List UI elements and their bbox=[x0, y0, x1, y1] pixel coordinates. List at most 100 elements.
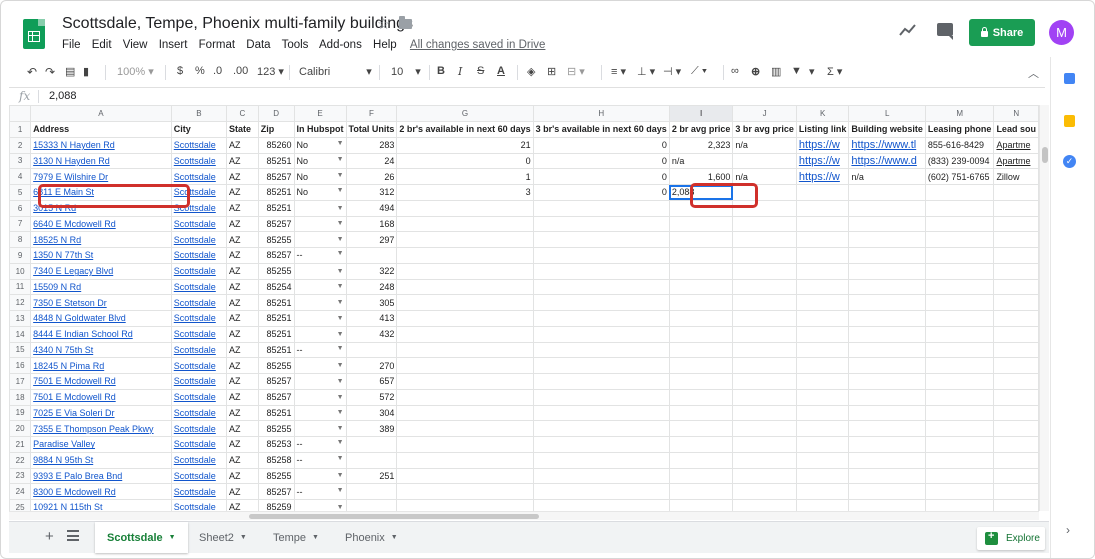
cell-address[interactable]: 7501 E Mcdowell Rd bbox=[30, 388, 172, 406]
cell-address[interactable]: 4340 N 75th St bbox=[30, 341, 172, 359]
cell-state[interactable]: AZ bbox=[225, 404, 259, 422]
cell-j[interactable] bbox=[732, 152, 797, 170]
cell-l[interactable] bbox=[848, 436, 926, 453]
menu-insert[interactable]: Insert bbox=[159, 39, 188, 51]
row-header[interactable]: 23 bbox=[9, 467, 32, 485]
cell-j[interactable] bbox=[732, 310, 797, 327]
cell-l[interactable] bbox=[848, 373, 926, 390]
row-header[interactable]: 7 bbox=[9, 215, 32, 233]
cell-j[interactable]: n/a bbox=[732, 136, 797, 154]
cell-i[interactable] bbox=[668, 357, 734, 374]
cell-state[interactable]: AZ bbox=[225, 294, 259, 311]
cell-hub[interactable]: ▼ bbox=[293, 262, 347, 280]
cell-city[interactable]: Scottsdale bbox=[170, 436, 227, 453]
cell-units[interactable]: 304 bbox=[345, 404, 398, 422]
cell-state[interactable]: AZ bbox=[225, 467, 259, 485]
tab-scottsdale[interactable]: Scottsdale ▼ bbox=[95, 522, 188, 553]
cell-zip[interactable]: 85259 bbox=[257, 499, 295, 511]
cell-zip[interactable]: 85251 bbox=[257, 294, 295, 311]
cell-g[interactable] bbox=[396, 388, 534, 406]
cell-i[interactable] bbox=[668, 373, 734, 390]
cell-zip[interactable]: 85257 bbox=[257, 215, 295, 233]
cell-units[interactable]: 297 bbox=[345, 231, 398, 248]
horizontal-scrollbar[interactable] bbox=[9, 511, 1039, 520]
header-cell[interactable]: Listing link bbox=[795, 121, 850, 138]
cell-i[interactable] bbox=[668, 436, 734, 453]
cell-units[interactable]: 26 bbox=[345, 168, 398, 185]
cell-g[interactable] bbox=[396, 262, 534, 280]
cell-g[interactable] bbox=[396, 278, 534, 296]
cell-address[interactable]: 7979 E Wilshire Dr bbox=[30, 168, 172, 185]
cell-hub[interactable]: ▼ bbox=[293, 404, 347, 422]
cell-city[interactable]: Scottsdale bbox=[170, 215, 227, 233]
redo-icon[interactable]: ↷ bbox=[45, 65, 55, 79]
cell-units[interactable]: 270 bbox=[345, 357, 398, 374]
tab-tempe[interactable]: Tempe ▼ bbox=[261, 522, 331, 553]
menu-data[interactable]: Data bbox=[246, 39, 270, 51]
currency-button[interactable]: $ bbox=[177, 65, 183, 77]
cell-g[interactable] bbox=[396, 373, 534, 390]
text-wrap-icon[interactable]: ⊣ ▾ bbox=[663, 65, 681, 78]
cell-h[interactable] bbox=[532, 310, 670, 327]
cell-hub[interactable]: No ▼ bbox=[293, 136, 347, 154]
column-header[interactable]: C bbox=[225, 105, 259, 122]
cell-l[interactable] bbox=[848, 341, 926, 359]
header-cell[interactable]: Lead sou bbox=[993, 121, 1039, 138]
cell-state[interactable]: AZ bbox=[225, 451, 259, 469]
header-cell[interactable]: 2 br avg price bbox=[668, 121, 734, 138]
cell-units[interactable] bbox=[345, 451, 398, 469]
expand-panel-icon[interactable]: › bbox=[1066, 523, 1070, 537]
cell-state[interactable]: AZ bbox=[225, 341, 259, 359]
cell-l[interactable]: n/a bbox=[848, 168, 926, 185]
cell-l[interactable] bbox=[848, 215, 926, 233]
cell-l[interactable] bbox=[848, 294, 926, 311]
cell-g[interactable] bbox=[396, 310, 534, 327]
cell-state[interactable]: AZ bbox=[225, 420, 259, 437]
cell-hub[interactable]: ▼ bbox=[293, 388, 347, 406]
cell-i[interactable] bbox=[668, 467, 734, 485]
cell-zip[interactable]: 85251 bbox=[257, 152, 295, 170]
cell-l[interactable] bbox=[848, 420, 926, 437]
cell-address[interactable]: 7025 E Via Soleri Dr bbox=[30, 404, 172, 422]
cell-h[interactable] bbox=[532, 483, 670, 500]
cell-n2[interactable] bbox=[993, 310, 1039, 327]
row-header[interactable]: 25 bbox=[9, 499, 32, 511]
zoom-select[interactable]: 100% ▾ bbox=[117, 65, 154, 78]
cell-n2[interactable] bbox=[993, 357, 1039, 374]
header-cell[interactable]: 2 br's available in next 60 days bbox=[396, 121, 534, 138]
align-horizontal-icon[interactable]: ≡ ▾ bbox=[611, 65, 626, 78]
cell-j[interactable] bbox=[732, 278, 797, 296]
row-header[interactable]: 20 bbox=[9, 420, 32, 437]
cell-i[interactable] bbox=[668, 420, 734, 437]
column-header[interactable]: I bbox=[668, 105, 734, 122]
column-header[interactable]: K bbox=[795, 105, 850, 122]
link-icon[interactable]: ∞ bbox=[731, 65, 739, 77]
cell-units[interactable]: 168 bbox=[345, 215, 398, 233]
cell-g[interactable] bbox=[396, 341, 534, 359]
cell-state[interactable]: AZ bbox=[225, 231, 259, 248]
column-header[interactable]: F bbox=[345, 105, 398, 122]
menu-view[interactable]: View bbox=[123, 39, 148, 51]
cell-n2[interactable]: Zillow bbox=[993, 168, 1039, 185]
cell-k[interactable] bbox=[795, 278, 850, 296]
cell-h[interactable]: 0 bbox=[532, 184, 670, 201]
cell-address[interactable]: 4848 N Goldwater Blvd bbox=[30, 310, 172, 327]
cell-zip[interactable]: 85258 bbox=[257, 451, 295, 469]
keep-icon[interactable] bbox=[1064, 115, 1075, 127]
bold-button[interactable]: B bbox=[437, 65, 445, 77]
row-header[interactable]: 21 bbox=[9, 436, 32, 453]
menu-format[interactable]: Format bbox=[199, 39, 235, 51]
cell-zip[interactable]: 85251 bbox=[257, 199, 295, 217]
cell-address[interactable]: 9884 N 95th St bbox=[30, 451, 172, 469]
cell-n2[interactable] bbox=[993, 467, 1039, 485]
cell-j[interactable] bbox=[732, 357, 797, 374]
cell-state[interactable]: AZ bbox=[225, 215, 259, 233]
cell-city[interactable]: Scottsdale bbox=[170, 483, 227, 500]
cell-i[interactable]: 2,323 bbox=[668, 136, 734, 154]
all-sheets-icon[interactable] bbox=[67, 530, 79, 541]
cell-h[interactable] bbox=[532, 373, 670, 390]
increase-decimal-button[interactable]: .00 bbox=[233, 65, 248, 77]
cell-g[interactable] bbox=[396, 451, 534, 469]
fill-color-icon[interactable]: ◈ bbox=[527, 65, 535, 78]
add-sheet-icon[interactable]: + bbox=[45, 528, 54, 545]
